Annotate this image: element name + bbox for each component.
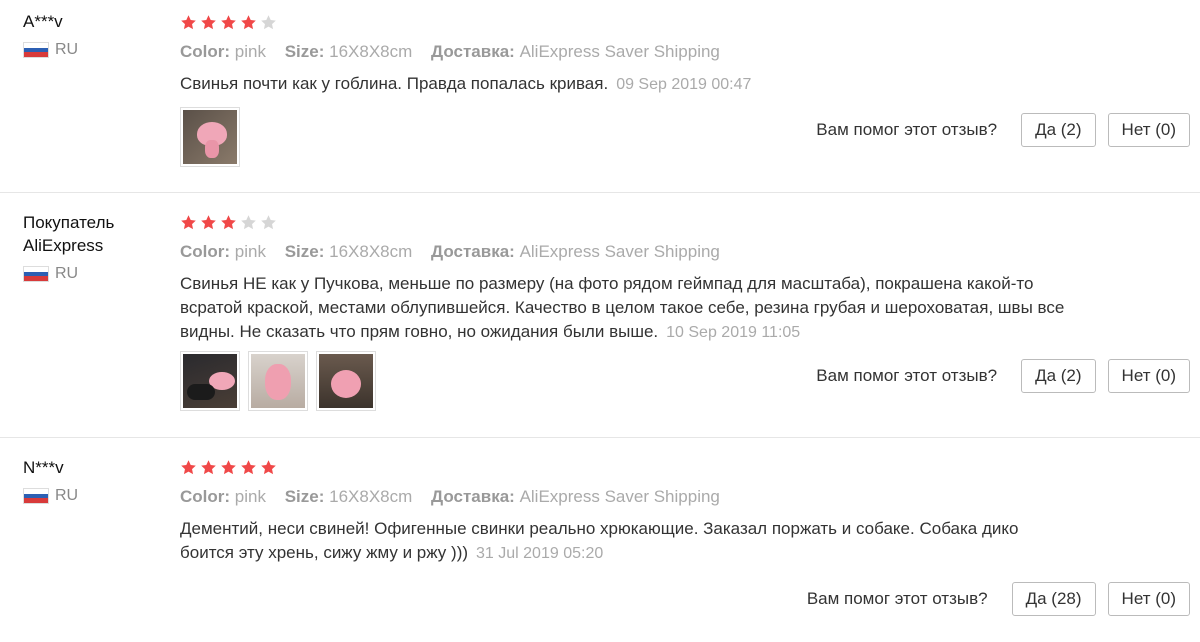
color-key: Color: bbox=[180, 487, 231, 506]
helpful-yes-button[interactable]: Да (2) bbox=[1021, 359, 1096, 393]
reviewer-name: N***v bbox=[23, 458, 64, 477]
reviewer-country: RU bbox=[23, 487, 163, 505]
star-filled-icon bbox=[261, 459, 276, 474]
star-rating bbox=[180, 457, 1080, 477]
star-rating bbox=[180, 212, 1080, 232]
helpful-question: Вам помог этот отзыв? bbox=[806, 589, 988, 608]
review-date: 09 Sep 2019 00:47 bbox=[616, 76, 752, 93]
star-filled-icon bbox=[221, 14, 236, 29]
size-key: Size: bbox=[284, 487, 325, 506]
helpful-no-button[interactable]: Нет (0) bbox=[1107, 582, 1190, 616]
star-filled-icon bbox=[201, 214, 216, 229]
color-value: pink bbox=[234, 242, 266, 261]
helpful-yes-button[interactable]: Да (2) bbox=[1021, 113, 1096, 147]
country-code: RU bbox=[55, 41, 79, 58]
shipping-key: Доставка: bbox=[431, 42, 515, 61]
color-key: Color: bbox=[180, 242, 231, 261]
shipping-key: Доставка: bbox=[431, 487, 515, 506]
shipping-key: Доставка: bbox=[431, 242, 515, 261]
review-photo-thumbnail[interactable] bbox=[248, 351, 308, 411]
size-value: 16X8X8cm bbox=[329, 487, 413, 506]
reviewer-info: A***v RU bbox=[23, 10, 163, 59]
reviewer-country: RU bbox=[23, 265, 163, 283]
helpful-question: Вам помог этот отзыв? bbox=[816, 366, 998, 385]
review-attributes: Color: pink Size: 16X8X8cm Доставка: Ali… bbox=[180, 241, 1080, 263]
star-empty-icon bbox=[241, 214, 256, 229]
reviewer-country: RU bbox=[23, 41, 163, 59]
star-filled-icon bbox=[221, 214, 236, 229]
review-text-block: Свинья НЕ как у Пучкова, меньше по разме… bbox=[180, 272, 1070, 345]
review-photo-thumbnail[interactable] bbox=[316, 351, 376, 411]
review-body: Color: pink Size: 16X8X8cm Доставка: Ali… bbox=[180, 212, 1080, 345]
review-body: Color: pink Size: 16X8X8cm Доставка: Ali… bbox=[180, 457, 1080, 566]
star-filled-icon bbox=[181, 14, 196, 29]
review-attributes: Color: pink Size: 16X8X8cm Доставка: Ali… bbox=[180, 486, 1080, 508]
russia-flag-icon bbox=[23, 42, 49, 58]
size-value: 16X8X8cm bbox=[329, 42, 413, 61]
reviewer-info: N***v RU bbox=[23, 456, 163, 505]
size-key: Size: bbox=[284, 42, 325, 61]
shipping-value: AliExpress Saver Shipping bbox=[519, 242, 720, 261]
reviewer-info: Покупатель AliExpress RU bbox=[23, 211, 163, 283]
country-code: RU bbox=[55, 265, 79, 282]
color-key: Color: bbox=[180, 42, 231, 61]
country-code: RU bbox=[55, 487, 79, 504]
review-text: Свинья почти как у гоблина. Правда попал… bbox=[180, 74, 609, 93]
review-item: N***v RU Color: pink Size: 16X8X8cm Дост… bbox=[0, 438, 1200, 642]
star-empty-icon bbox=[261, 214, 276, 229]
review-text: Свинья НЕ как у Пучкова, меньше по разме… bbox=[180, 274, 1065, 341]
star-filled-icon bbox=[181, 459, 196, 474]
helpful-vote: Вам помог этот отзыв? Да (2) Нет (0) bbox=[816, 113, 1190, 147]
helpful-yes-button[interactable]: Да (28) bbox=[1011, 582, 1096, 616]
review-photo-thumbnail[interactable] bbox=[180, 351, 240, 411]
review-item: Покупатель AliExpress RU Color: pink Siz… bbox=[0, 193, 1200, 438]
review-photos bbox=[180, 107, 240, 167]
review-text-block: Свинья почти как у гоблина. Правда попал… bbox=[180, 72, 1070, 97]
star-filled-icon bbox=[201, 459, 216, 474]
size-key: Size: bbox=[284, 242, 325, 261]
russia-flag-icon bbox=[23, 488, 49, 504]
helpful-question: Вам помог этот отзыв? bbox=[816, 120, 998, 139]
color-value: pink bbox=[234, 42, 266, 61]
review-text-block: Дементий, неси свиней! Офигенные свинки … bbox=[180, 517, 1070, 566]
star-filled-icon bbox=[221, 459, 236, 474]
helpful-no-button[interactable]: Нет (0) bbox=[1107, 359, 1190, 393]
review-item: A***v RU Color: pink Size: 16X8X8cm Дост… bbox=[0, 0, 1200, 193]
star-rating bbox=[180, 12, 1080, 32]
reviewer-name: Покупатель AliExpress bbox=[23, 213, 115, 255]
review-photos bbox=[180, 351, 376, 411]
star-empty-icon bbox=[261, 14, 276, 29]
russia-flag-icon bbox=[23, 266, 49, 282]
review-date: 10 Sep 2019 11:05 bbox=[666, 324, 801, 341]
reviewer-name: A***v bbox=[23, 12, 63, 31]
helpful-no-button[interactable]: Нет (0) bbox=[1107, 113, 1190, 147]
helpful-vote: Вам помог этот отзыв? Да (2) Нет (0) bbox=[816, 359, 1190, 393]
star-filled-icon bbox=[201, 14, 216, 29]
review-attributes: Color: pink Size: 16X8X8cm Доставка: Ali… bbox=[180, 41, 1080, 63]
color-value: pink bbox=[234, 487, 266, 506]
review-date: 31 Jul 2019 05:20 bbox=[476, 545, 604, 562]
helpful-vote: Вам помог этот отзыв? Да (28) Нет (0) bbox=[807, 582, 1190, 616]
star-filled-icon bbox=[181, 214, 196, 229]
size-value: 16X8X8cm bbox=[329, 242, 413, 261]
shipping-value: AliExpress Saver Shipping bbox=[519, 487, 720, 506]
review-body: Color: pink Size: 16X8X8cm Доставка: Ali… bbox=[180, 12, 1080, 97]
shipping-value: AliExpress Saver Shipping bbox=[519, 42, 720, 61]
star-filled-icon bbox=[241, 459, 256, 474]
review-photo-thumbnail[interactable] bbox=[180, 107, 240, 167]
star-filled-icon bbox=[241, 14, 256, 29]
